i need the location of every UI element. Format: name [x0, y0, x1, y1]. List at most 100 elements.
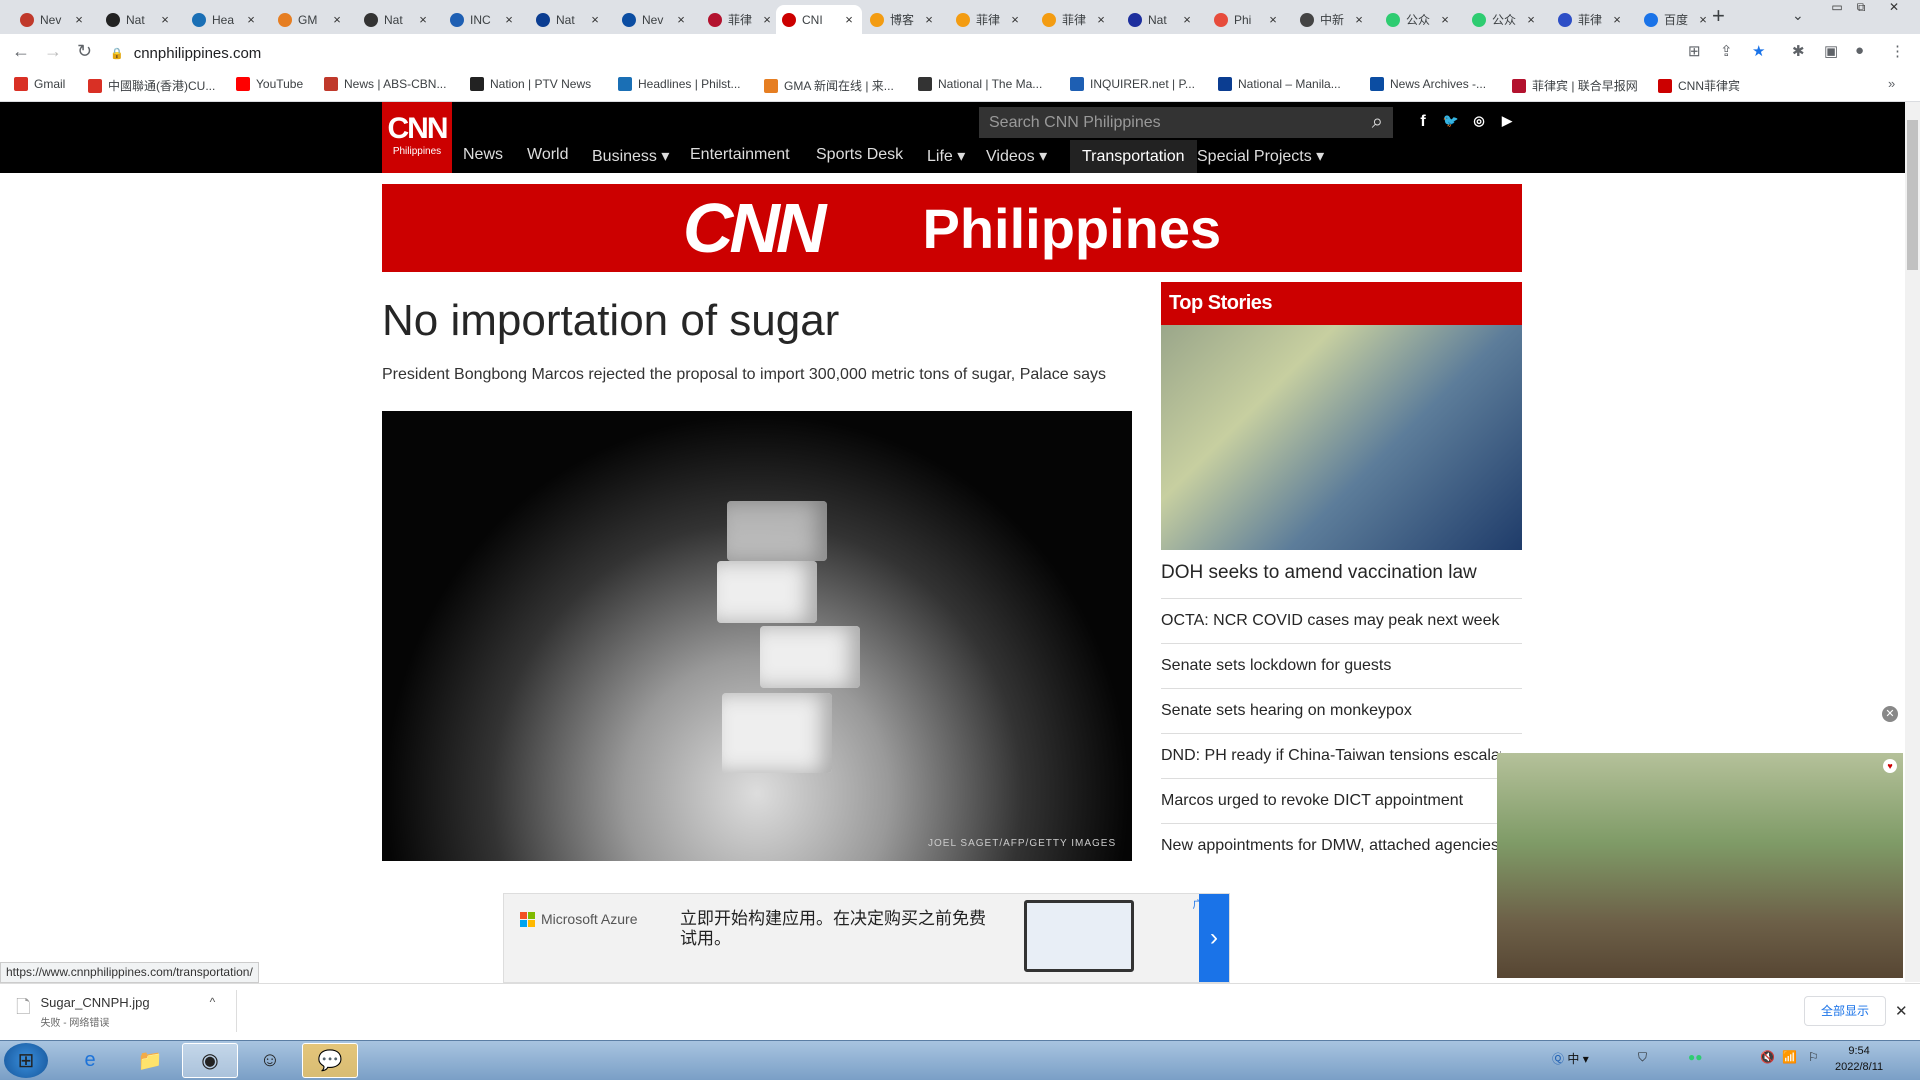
bookmark-item[interactable]: YouTube [236, 77, 303, 91]
more-bookmarks-icon[interactable]: » [1888, 76, 1895, 91]
tab-7[interactable]: Nat × [530, 5, 608, 34]
nav-item-life[interactable]: Life ▾ [927, 146, 965, 166]
bookmark-item[interactable]: News Archives -... [1370, 77, 1486, 91]
bookmark-item[interactable]: Headlines | Philst... [618, 77, 741, 91]
tab-close-icon[interactable]: × [1524, 12, 1538, 27]
tab-close-icon[interactable]: × [1352, 12, 1366, 27]
tab-close-icon[interactable]: × [1008, 12, 1022, 27]
start-button[interactable]: ⊞ [4, 1043, 48, 1078]
sugar-hero-image[interactable] [382, 411, 1132, 861]
bookmark-item[interactable]: Nation | PTV News [470, 77, 591, 91]
nav-item-special-projects[interactable]: Special Projects ▾ [1197, 146, 1324, 166]
top-story-link[interactable]: OCTA: NCR COVID cases may peak next week [1161, 612, 1501, 630]
scrollbar-thumb[interactable] [1907, 120, 1918, 270]
azure-ad[interactable]: Microsoft Azure 立即开始构建应用。在决定购买之前免费试用。 广告… [503, 893, 1230, 983]
bookmark-star-icon[interactable]: ★ [1752, 42, 1765, 60]
shield-tray-icon[interactable]: ⛉ [1638, 1050, 1647, 1065]
close-window-button[interactable]: ✕ [1874, 0, 1914, 18]
tab-5[interactable]: Nat × [358, 5, 436, 34]
twitter-icon[interactable]: 🐦 [1440, 113, 1462, 129]
tab-8[interactable]: Nev × [616, 5, 694, 34]
site-search-input[interactable]: Search CNN Philippines ⌕ [979, 107, 1393, 138]
top-story-link[interactable]: New appointments for DMW, attached agenc… [1161, 837, 1501, 855]
tab-17[interactable]: 公众 × [1380, 5, 1458, 34]
network-icon[interactable]: 📶 [1782, 1050, 1797, 1064]
tab-close-icon[interactable]: × [1438, 12, 1452, 27]
extensions-icon[interactable]: ✱ [1792, 42, 1805, 60]
wechat-tray-icon[interactable]: ●● [1688, 1050, 1703, 1064]
show-all-downloads-button[interactable]: 全部显示 [1804, 996, 1886, 1026]
ad-next-arrow-icon[interactable]: › [1199, 894, 1229, 982]
bookmark-item[interactable]: Gmail [14, 77, 65, 91]
volume-muted-icon[interactable]: 🔇 [1760, 1050, 1775, 1064]
tab-close-icon[interactable]: × [244, 12, 258, 27]
close-video-icon[interactable]: ✕ [1882, 706, 1898, 722]
youtube-icon[interactable]: ▶ [1496, 113, 1518, 129]
translate-icon[interactable]: ⊞ [1688, 42, 1701, 60]
side-panel-icon[interactable]: ▣ [1824, 42, 1838, 60]
minimize-button[interactable]: ▭ [1826, 0, 1848, 18]
video-badge-icon[interactable]: ♥ [1883, 759, 1897, 773]
floating-video-player[interactable]: ♥ [1497, 753, 1903, 978]
nav-item-videos[interactable]: Videos ▾ [986, 146, 1047, 166]
close-download-bar-icon[interactable]: ✕ [1895, 1002, 1908, 1020]
tab-19[interactable]: 菲律 × [1552, 5, 1630, 34]
profile-avatar-icon[interactable]: ● [1855, 42, 1864, 59]
tab-close-icon[interactable]: × [922, 12, 936, 27]
tab-close-icon[interactable]: × [158, 12, 172, 27]
tab-18[interactable]: 公众 × [1466, 5, 1544, 34]
cnn-logo[interactable]: CNN Philippines [382, 102, 452, 173]
bookmark-item[interactable]: GMA 新闻在线 | 来... [764, 77, 894, 94]
nav-item-world[interactable]: World [527, 146, 569, 164]
file-explorer-icon[interactable]: 📁 [122, 1043, 178, 1078]
bookmark-item[interactable]: CNN菲律宾 [1658, 77, 1740, 94]
bookmark-item[interactable]: INQUIRER.net | P... [1070, 77, 1195, 91]
menu-kebab-icon[interactable]: ⋮ [1890, 42, 1905, 60]
tab-close-icon[interactable]: × [1094, 12, 1108, 27]
nav-item-news[interactable]: News [463, 146, 503, 164]
new-tab-button[interactable]: + [1712, 3, 1725, 29]
restore-button[interactable]: ⧉ [1850, 0, 1872, 18]
bookmark-item[interactable]: National | The Ma... [918, 77, 1042, 91]
tab-14[interactable]: Nat × [1122, 5, 1200, 34]
nav-item-entertainment[interactable]: Entertainment [690, 146, 790, 164]
tab-15[interactable]: Phi × [1208, 5, 1286, 34]
tab-6[interactable]: INC × [444, 5, 522, 34]
tab-close-icon[interactable]: × [416, 12, 430, 27]
top-story-lead[interactable]: DOH seeks to amend vaccination law [1161, 562, 1477, 584]
tab-9[interactable]: 菲律 × [702, 5, 780, 34]
nav-item-business[interactable]: Business ▾ [592, 146, 669, 166]
wechat-icon[interactable]: 💬 [302, 1043, 358, 1078]
cnn-philippines-banner[interactable]: CNN Philippines [382, 184, 1522, 272]
tab-10[interactable]: CNI × [776, 5, 862, 34]
tab-search-chevron-icon[interactable]: ⌄ [1792, 7, 1804, 24]
tab-close-icon[interactable]: × [674, 12, 688, 27]
back-arrow-icon[interactable]: ← [12, 41, 30, 62]
forward-arrow-icon[interactable]: → [44, 41, 62, 62]
url-text[interactable]: cnnphilippines.com [134, 45, 262, 62]
tab-close-icon[interactable]: × [1696, 12, 1710, 27]
top-story-link[interactable]: Marcos urged to revoke DICT appointment [1161, 792, 1501, 810]
bookmark-item[interactable]: 菲律宾 | 联合早报网 [1512, 77, 1638, 94]
bookmark-item[interactable]: 中國聯通(香港)CU... [88, 77, 215, 94]
tab-12[interactable]: 菲律 × [950, 5, 1028, 34]
chrome-icon[interactable]: ◉ [182, 1043, 238, 1078]
top-story-link[interactable]: Senate sets lockdown for guests [1161, 657, 1501, 675]
top-story-link[interactable]: Senate sets hearing on monkeypox [1161, 702, 1501, 720]
tab-13[interactable]: 菲律 × [1036, 5, 1114, 34]
tab-close-icon[interactable]: × [588, 12, 602, 27]
tab-1[interactable]: Nev × [14, 5, 92, 34]
tab-close-icon[interactable]: × [760, 12, 774, 27]
tab-close-icon[interactable]: × [330, 12, 344, 27]
tray-status-icon[interactable]: ⚐ [1808, 1050, 1819, 1064]
tab-3[interactable]: Hea × [186, 5, 264, 34]
top-story-link[interactable]: DND: PH ready if China-Taiwan tensions e… [1161, 747, 1501, 765]
tab-close-icon[interactable]: × [72, 12, 86, 27]
nav-item-sports-desk[interactable]: Sports Desk [816, 146, 903, 164]
tab-11[interactable]: 博客 × [864, 5, 942, 34]
chevron-up-icon[interactable]: ^ [210, 995, 216, 1009]
taskbar-clock[interactable]: 9:54 2022/8/11 [1835, 1043, 1883, 1075]
tab-close-icon[interactable]: × [1180, 12, 1194, 27]
tab-4[interactable]: GM × [272, 5, 350, 34]
instagram-icon[interactable]: ◎ [1468, 113, 1490, 129]
